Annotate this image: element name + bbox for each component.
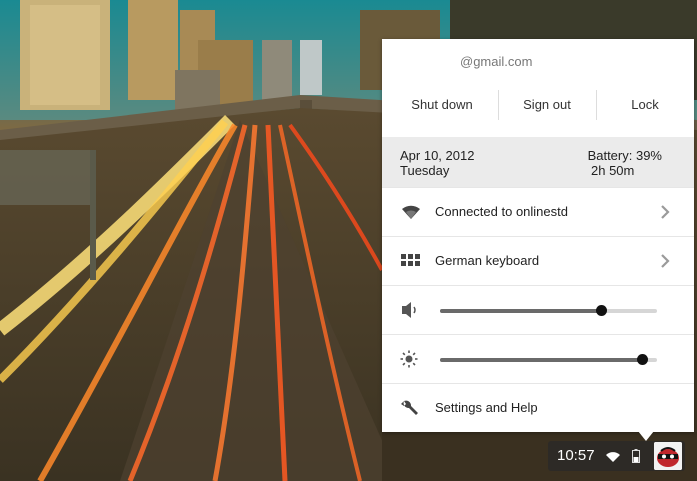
- divider: [596, 90, 597, 120]
- clock: 10:57: [557, 447, 595, 464]
- volume-item: [382, 285, 694, 335]
- wrench-icon: [400, 399, 422, 417]
- network-item[interactable]: Connected to onlinestd: [382, 187, 694, 237]
- weekday-text: Tuesday: [400, 163, 450, 178]
- avatar[interactable]: [654, 442, 682, 470]
- brightness-item: [382, 334, 694, 384]
- divider: [498, 90, 499, 120]
- chevron-right-icon: [660, 204, 670, 220]
- settings-item[interactable]: Settings and Help: [382, 383, 694, 433]
- signout-button[interactable]: Sign out: [507, 85, 587, 125]
- brightness-icon: [400, 350, 422, 368]
- account-row: @gmail.com: [382, 39, 694, 85]
- battery-time-text: 2h 50m: [591, 163, 635, 178]
- battery-icon: [632, 449, 640, 468]
- volume-slider[interactable]: [440, 305, 657, 316]
- brightness-slider-thumb[interactable]: [636, 354, 648, 365]
- volume-slider-fill: [440, 309, 601, 313]
- keyboard-icon: [400, 252, 422, 270]
- brightness-slider-fill: [440, 358, 642, 362]
- wifi-icon: [605, 450, 621, 468]
- network-label: Connected to onlinestd: [435, 204, 568, 219]
- settings-label: Settings and Help: [435, 400, 538, 415]
- keyboard-label: German keyboard: [435, 253, 540, 268]
- system-tray-popup: @gmail.com Shut down Sign out Lock Apr 1…: [382, 39, 694, 432]
- battery-text: Battery: 39%: [587, 148, 662, 163]
- shutdown-button[interactable]: Shut down: [400, 85, 484, 125]
- brightness-slider[interactable]: [440, 354, 657, 365]
- wifi-icon: [400, 203, 422, 221]
- volume-slider-thumb[interactable]: [595, 305, 607, 316]
- date-text: Apr 10, 2012: [400, 148, 475, 163]
- speaker-icon[interactable]: [400, 301, 422, 319]
- account-email: @gmail.com: [460, 54, 533, 69]
- keyboard-item[interactable]: German keyboard: [382, 236, 694, 286]
- status-row[interactable]: Apr 10, 2012 Tuesday Battery: 39% 2h 50m: [382, 137, 694, 187]
- session-actions: Shut down Sign out Lock: [382, 85, 694, 125]
- popup-arrow: [638, 431, 654, 441]
- chevron-right-icon: [660, 253, 670, 269]
- lock-button[interactable]: Lock: [604, 85, 686, 125]
